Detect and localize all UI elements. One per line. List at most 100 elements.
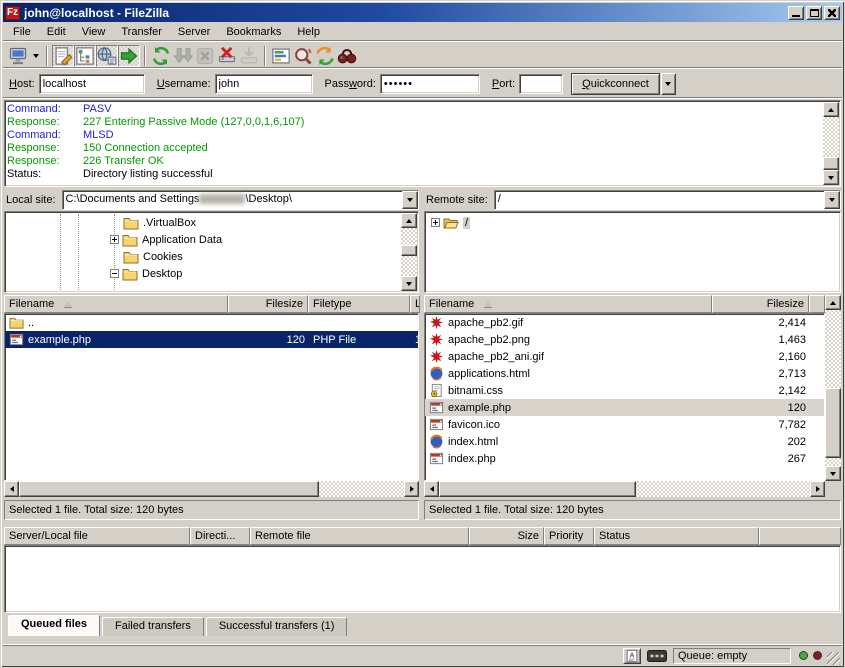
toggle-message-log-button[interactable] <box>52 45 74 67</box>
maximize-button[interactable] <box>806 6 822 20</box>
scroll-left-button[interactable] <box>4 481 19 497</box>
filter-button[interactable] <box>270 45 292 67</box>
synchronized-browsing-button[interactable] <box>314 45 336 67</box>
remote-list-hscrollbar[interactable] <box>424 481 825 497</box>
tree-item-desktop[interactable]: Desktop <box>7 265 400 282</box>
tab-failed-transfers[interactable]: Failed transfers <box>102 617 204 636</box>
scroll-right-button[interactable] <box>404 481 419 497</box>
file-row[interactable]: example.php120 <box>425 399 824 416</box>
queue-column-status[interactable]: Status <box>594 527 759 545</box>
column-header-filesize[interactable]: Filesize <box>228 295 308 313</box>
port-input[interactable] <box>519 74 563 94</box>
scrollbar-thumb[interactable] <box>823 157 839 170</box>
username-input[interactable] <box>215 74 313 94</box>
disconnect-icon <box>217 46 237 66</box>
expand-icon[interactable] <box>110 235 119 244</box>
scroll-down-button[interactable] <box>823 170 839 185</box>
menu-file[interactable]: File <box>5 24 39 40</box>
scroll-up-button[interactable] <box>823 102 839 117</box>
remote-list-scrollbar[interactable] <box>825 295 841 481</box>
scrollbar-thumb[interactable] <box>19 481 319 497</box>
queue-body[interactable] <box>4 545 841 613</box>
title-bar[interactable]: Fz john@localhost - FileZilla <box>3 3 842 22</box>
menu-server[interactable]: Server <box>170 24 218 40</box>
log-line: Response:226 Transfer OK <box>7 155 822 168</box>
minimize-button[interactable] <box>788 6 804 20</box>
local-list-hscrollbar[interactable] <box>4 481 419 497</box>
file-row[interactable]: apache_pb2.png1,463 <box>425 331 824 348</box>
log-line-text: 227 Entering Passive Mode (127,0,0,1,6,1… <box>83 116 304 129</box>
find-files-button[interactable] <box>336 45 358 67</box>
queue-column-priority[interactable]: Priority <box>544 527 594 545</box>
tab-successful-transfers-1-[interactable]: Successful transfers (1) <box>206 617 348 636</box>
scroll-up-button[interactable] <box>825 295 841 310</box>
scroll-left-button[interactable] <box>424 481 439 497</box>
quickconnect-dropdown-button[interactable] <box>661 73 676 95</box>
remote-site-combobox[interactable]: / <box>494 190 841 210</box>
site-manager-button[interactable] <box>7 45 29 67</box>
cancel-operation-button[interactable] <box>194 45 216 67</box>
message-log-scrollbar[interactable] <box>823 102 839 185</box>
host-input[interactable] <box>39 74 145 94</box>
column-header-filesize[interactable]: Filesize <box>712 295 809 313</box>
refresh-button[interactable] <box>150 45 172 67</box>
menu-transfer[interactable]: Transfer <box>113 24 170 40</box>
tree-item-root[interactable]: / <box>427 214 838 231</box>
transfer-type-ascii-icon[interactable]: A <box>623 648 641 664</box>
scroll-right-button[interactable] <box>810 481 825 497</box>
local-site-combobox[interactable]: C:\Documents and Settings\Desktop\ <box>62 190 419 210</box>
remote-site-dropdown-button[interactable] <box>824 191 840 209</box>
column-header-filename[interactable]: Filename <box>424 295 712 313</box>
local-site-dropdown-button[interactable] <box>402 191 418 209</box>
queue-column-directi-[interactable]: Directi... <box>190 527 250 545</box>
reconnect-button[interactable] <box>238 45 260 67</box>
directory-comparison-button[interactable] <box>292 45 314 67</box>
site-manager-dropdown-button[interactable] <box>29 45 42 67</box>
column-header-filetype[interactable]: Filetype <box>308 295 410 313</box>
scrollbar-thumb[interactable] <box>439 481 636 497</box>
toggle-remote-tree-button[interactable] <box>96 45 118 67</box>
local-tree-scrollbar[interactable] <box>401 213 417 291</box>
resize-grip[interactable] <box>827 652 840 665</box>
scroll-down-button[interactable] <box>401 276 417 291</box>
quickconnect-button[interactable]: Quickconnect <box>571 73 660 95</box>
scroll-up-button[interactable] <box>401 213 417 228</box>
tree-item-application-data[interactable]: Application Data <box>7 231 400 248</box>
scroll-down-button[interactable] <box>825 466 841 481</box>
tab-queued-files[interactable]: Queued files <box>8 615 100 636</box>
queue-column-size[interactable]: Size <box>469 527 544 545</box>
file-row[interactable]: .. <box>5 314 418 331</box>
expand-icon[interactable] <box>431 218 440 227</box>
queue-column-remote-file[interactable]: Remote file <box>250 527 469 545</box>
file-row[interactable]: example.php120PHP File1 <box>5 331 418 348</box>
file-row[interactable]: apache_pb2.gif2,414 <box>425 314 824 331</box>
tree-item-cookies[interactable]: Cookies <box>7 248 400 265</box>
queue-column-server-local-file[interactable]: Server/Local file <box>4 527 190 545</box>
transfer-queue: Server/Local fileDirecti...Remote fileSi… <box>4 527 841 613</box>
file-row[interactable]: index.html202 <box>425 433 824 450</box>
toggle-queue-button[interactable] <box>118 45 140 67</box>
file-row[interactable]: apache_pb2_ani.gif2,160 <box>425 348 824 365</box>
disconnect-button[interactable] <box>216 45 238 67</box>
scrollbar-thumb[interactable] <box>401 245 417 256</box>
column-header-filename[interactable]: Filename <box>4 295 228 313</box>
tree-item--virtualbox[interactable]: .VirtualBox <box>7 214 400 231</box>
menu-edit[interactable]: Edit <box>39 24 74 40</box>
speed-limits-icon[interactable] <box>645 648 669 664</box>
file-row[interactable]: applications.html2,713 <box>425 365 824 382</box>
close-button[interactable] <box>824 6 840 20</box>
password-input[interactable] <box>380 74 480 94</box>
toggle-local-tree-button[interactable] <box>74 45 96 67</box>
file-row[interactable]: index.php267 <box>425 450 824 467</box>
menu-view[interactable]: View <box>74 24 114 40</box>
column-header-blank[interactable] <box>809 295 825 313</box>
column-header-l[interactable]: L <box>410 295 420 313</box>
scrollbar-thumb[interactable] <box>825 388 841 458</box>
menu-bookmarks[interactable]: Bookmarks <box>218 24 289 40</box>
process-queue-button[interactable] <box>172 45 194 67</box>
file-row[interactable]: bitnami.css2,142 <box>425 382 824 399</box>
file-row[interactable]: favicon.ico7,782 <box>425 416 824 433</box>
queue-column-blank[interactable] <box>759 527 841 545</box>
collapse-icon[interactable] <box>110 269 119 278</box>
menu-help[interactable]: Help <box>289 24 328 40</box>
